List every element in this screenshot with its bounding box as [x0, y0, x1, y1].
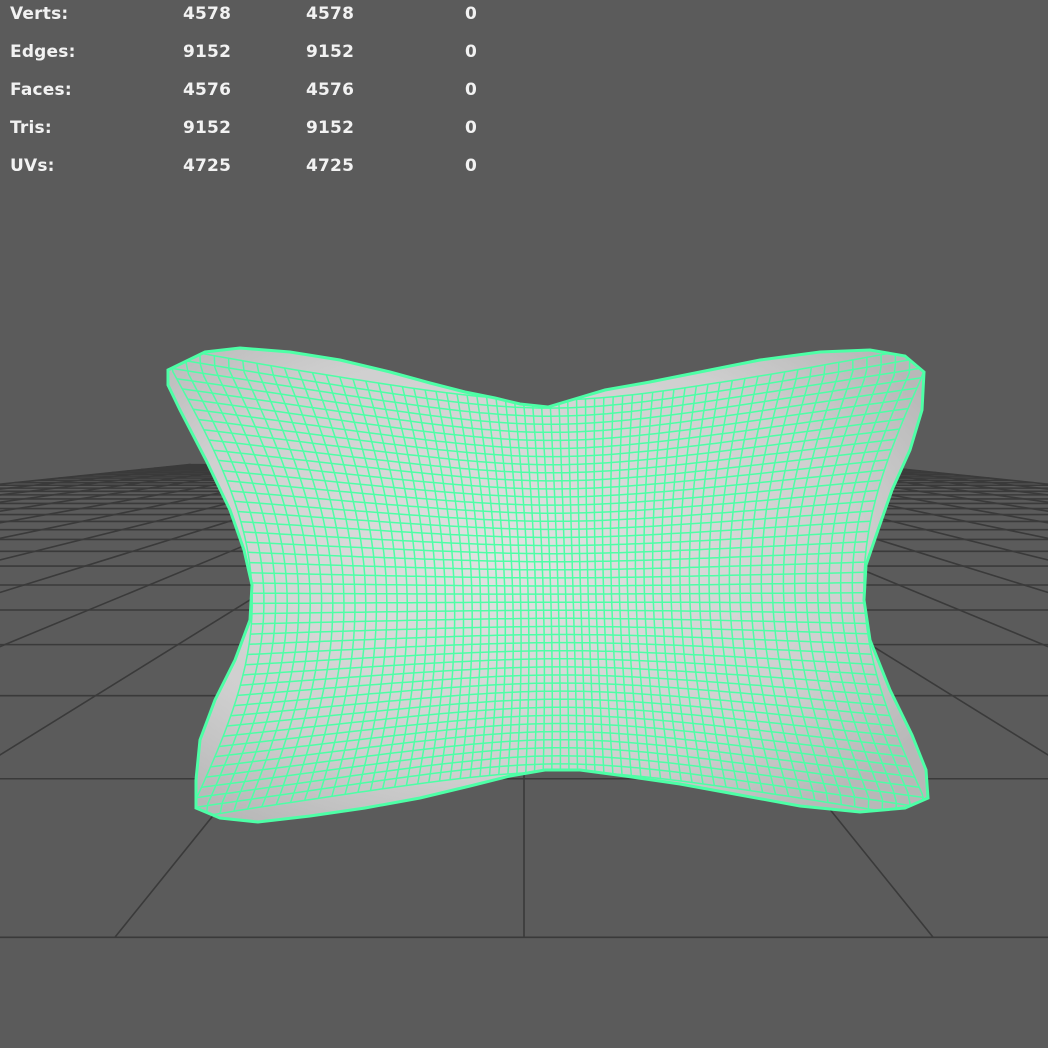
hud-value: 4725	[306, 156, 355, 176]
hud-value: 9152	[306, 118, 355, 138]
grid-line	[0, 463, 247, 496]
hud-value: 0	[465, 118, 478, 138]
hud-value: 9152	[306, 42, 355, 62]
hud-label: Faces:	[10, 80, 72, 100]
poly-count-hud: Verts: 4578 4578 0 Edges: 9152 9152 0 Fa…	[0, 0, 520, 190]
hud-value: 0	[465, 80, 478, 100]
3d-viewport[interactable]: Verts: 4578 4578 0 Edges: 9152 9152 0 Fa…	[0, 0, 1048, 1048]
grid-line	[0, 463, 191, 485]
hud-row-uvs: UVs: 4725 4725 0	[0, 156, 520, 180]
hud-label: UVs:	[10, 156, 55, 176]
pillow-mesh[interactable]	[166, 346, 930, 824]
hud-value: 0	[465, 4, 478, 24]
hud-value: 4576	[306, 80, 355, 100]
hud-value: 4578	[183, 4, 232, 24]
hud-value: 0	[465, 42, 478, 62]
hud-row-tris: Tris: 9152 9152 0	[0, 118, 520, 142]
hud-label: Tris:	[10, 118, 52, 138]
hud-value: 4576	[183, 80, 232, 100]
hud-row-faces: Faces: 4576 4576 0	[0, 80, 520, 104]
hud-value: 4725	[183, 156, 232, 176]
hud-value: 4578	[306, 4, 355, 24]
hud-label: Edges:	[10, 42, 76, 62]
hud-label: Verts:	[10, 4, 69, 24]
hud-value: 9152	[183, 42, 232, 62]
hud-value: 0	[465, 156, 478, 176]
hud-value: 9152	[183, 118, 232, 138]
hud-row-verts: Verts: 4578 4578 0	[0, 4, 520, 28]
hud-row-edges: Edges: 9152 9152 0	[0, 42, 520, 66]
